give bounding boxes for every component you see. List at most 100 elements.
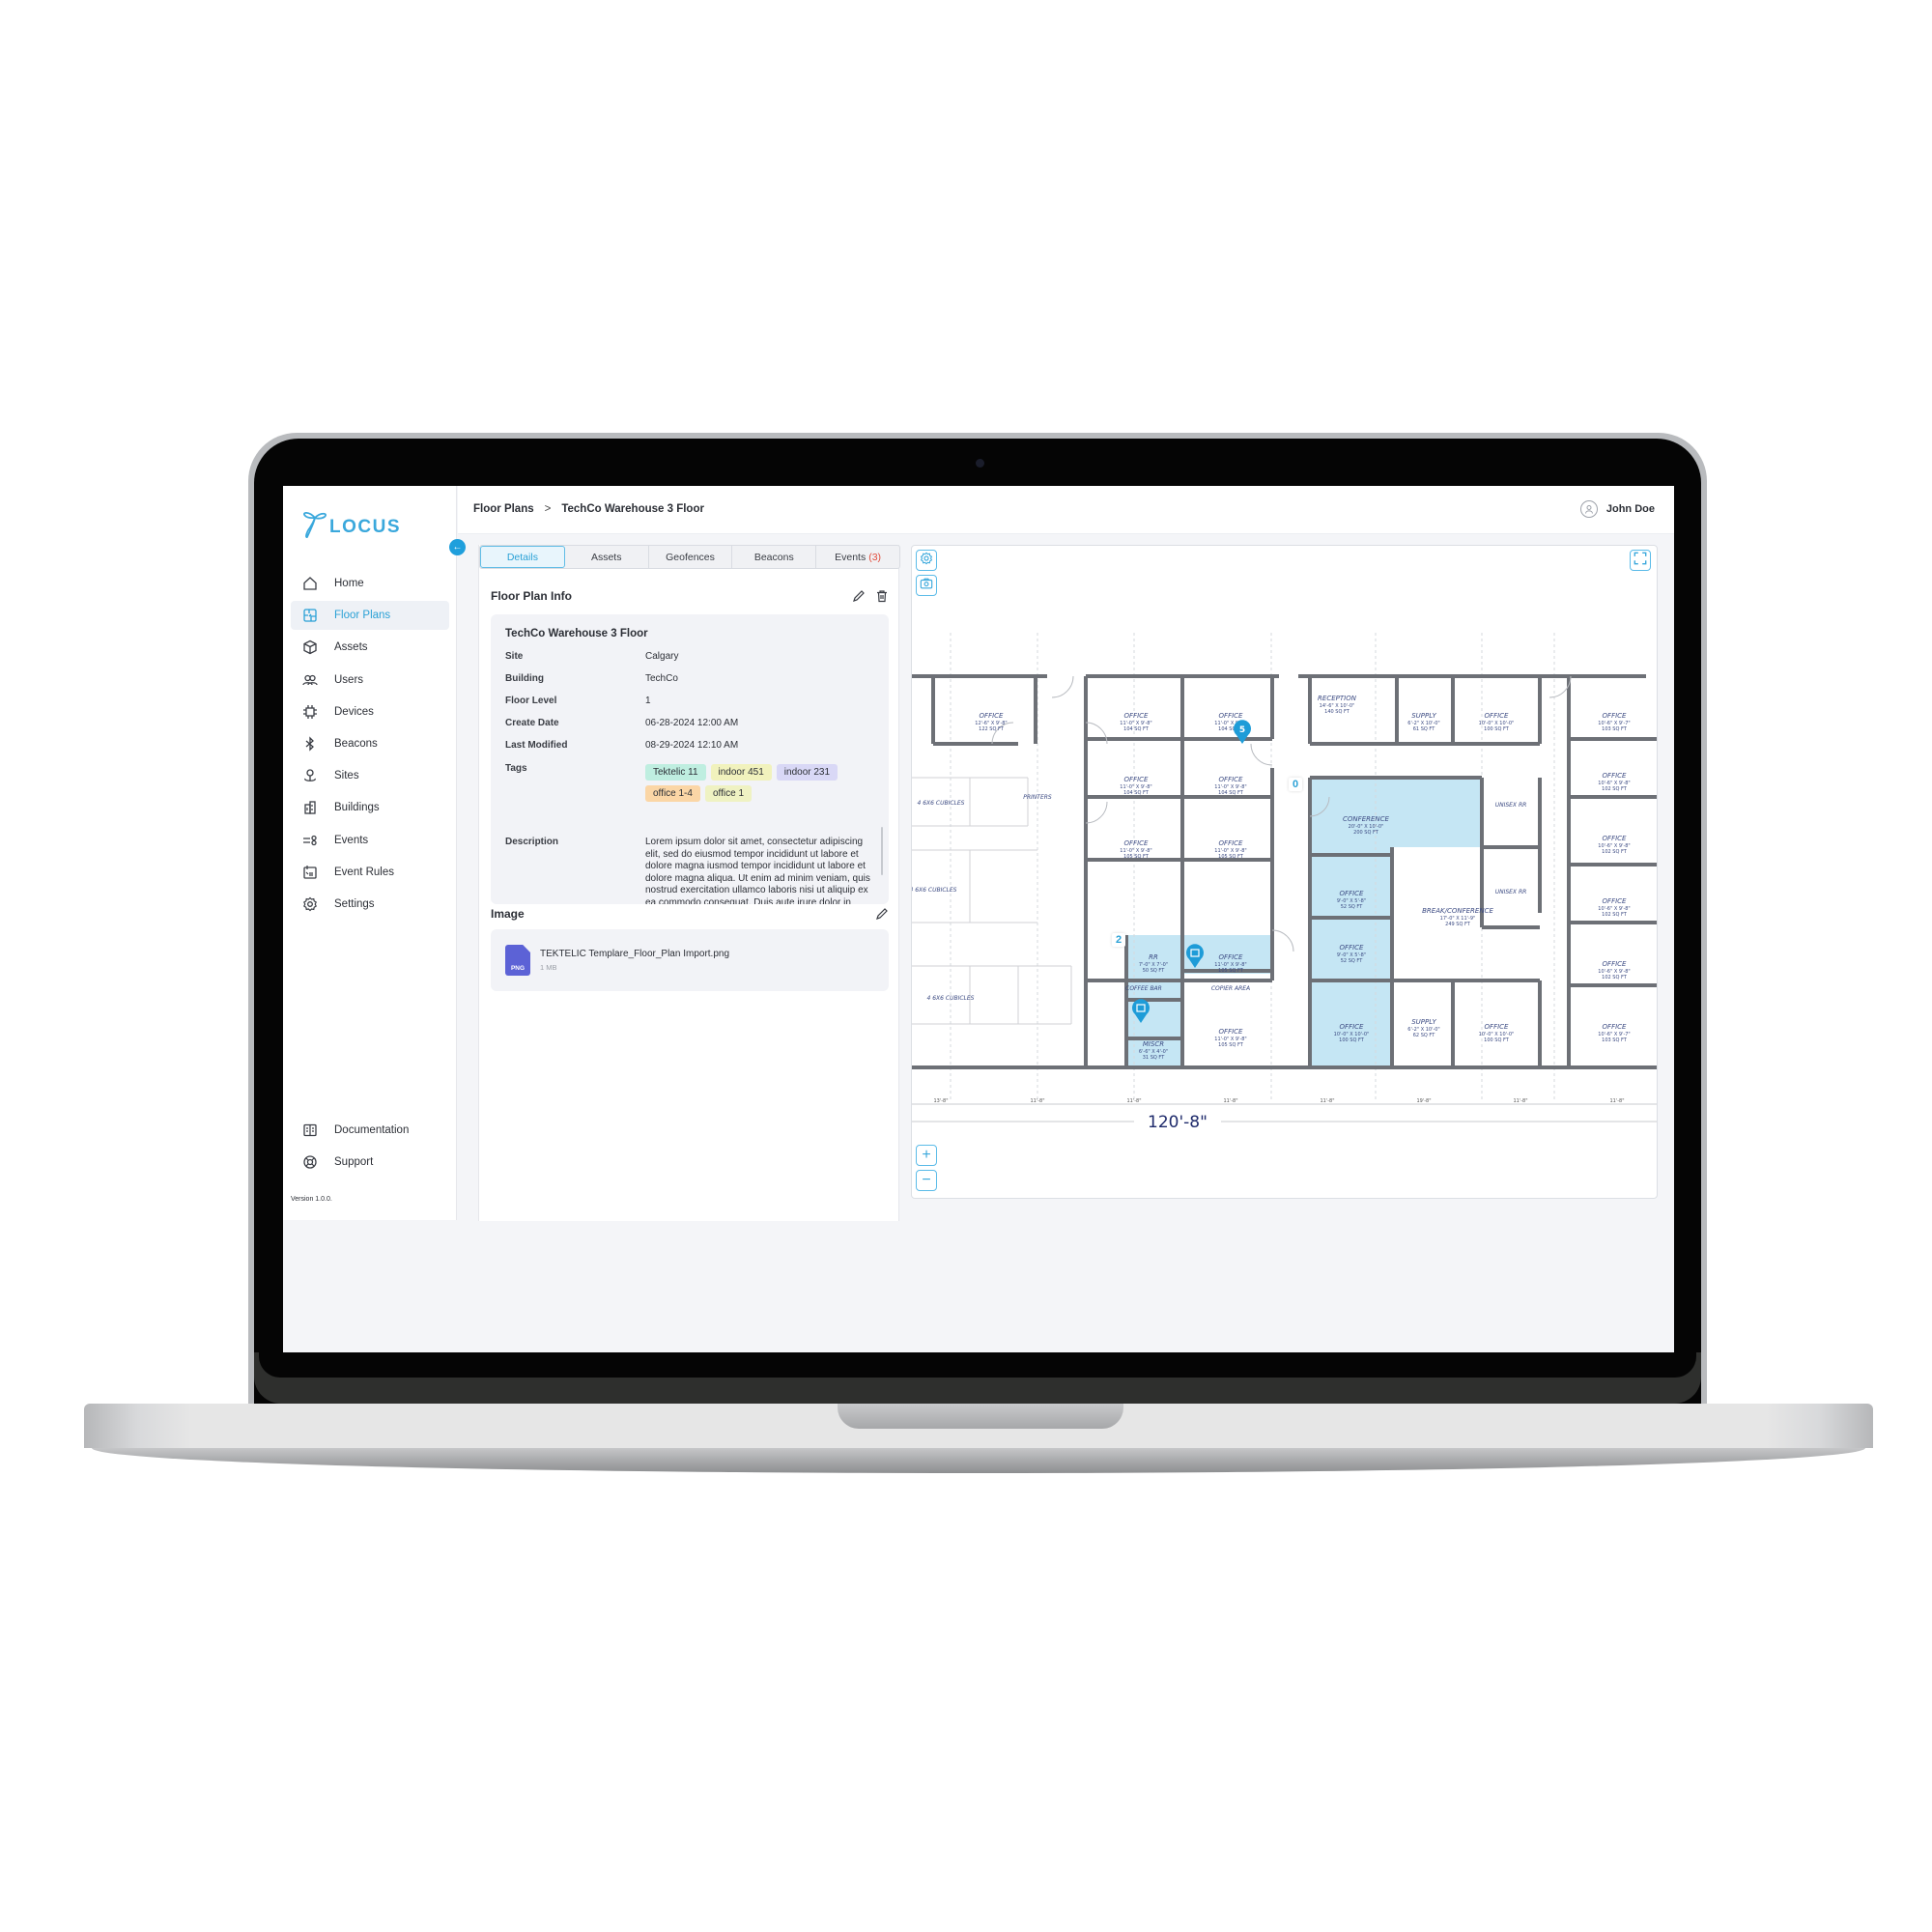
- sidebar-item-users[interactable]: Users: [291, 666, 449, 695]
- collapse-sidebar-button[interactable]: ←: [449, 539, 466, 555]
- locus-logo[interactable]: LOCUS: [302, 509, 401, 538]
- room-label: OFFICE: [1124, 776, 1150, 783]
- png-file-icon: PNG: [505, 945, 530, 976]
- sidebar-item-assets[interactable]: Assets: [291, 633, 449, 662]
- field-label: Floor Level: [505, 696, 557, 706]
- overall-dimension-label: 120'-8": [1148, 1113, 1208, 1132]
- sidebar-item-buildings[interactable]: Buildings: [291, 793, 449, 822]
- sidebar-item-documentation[interactable]: Documentation: [291, 1116, 449, 1145]
- sidebar-item-settings[interactable]: Settings: [291, 890, 449, 919]
- map-screenshot-button[interactable]: [916, 575, 937, 596]
- room-area: 104 SQ FT: [1218, 790, 1244, 796]
- sidebar-item-home[interactable]: Home: [291, 569, 449, 598]
- segment-dimension: 11'-8": [1513, 1098, 1527, 1104]
- field-label: Last Modified: [505, 740, 568, 751]
- floor-plan-info-header: Floor Plan Info: [491, 589, 889, 603]
- info-row-site: Site Calgary: [505, 651, 678, 662]
- tab-assets[interactable]: Assets: [565, 546, 649, 568]
- gear-icon: [302, 896, 318, 912]
- field-value: TechCo: [645, 673, 678, 684]
- tab-geofences[interactable]: Geofences: [649, 546, 733, 568]
- sidebar-item-label: Support: [334, 1156, 374, 1169]
- events-icon: [302, 833, 318, 848]
- trash-icon[interactable]: [875, 589, 889, 603]
- tag-list: Tektelic 11 indoor 451 indoor 231 office…: [645, 764, 877, 802]
- room-area: 122 SQ FT: [979, 726, 1005, 732]
- room-label: OFFICE: [1603, 835, 1628, 842]
- room-area: 52 SQ FT: [1341, 904, 1363, 910]
- sidebar-item-label: Users: [334, 673, 364, 686]
- zoom-in-button[interactable]: +: [916, 1145, 937, 1166]
- tab-label: Events: [835, 551, 867, 563]
- tab-details[interactable]: Details: [480, 546, 565, 568]
- breadcrumb-floor-plans[interactable]: Floor Plans: [473, 503, 534, 515]
- chevron-right-icon: >: [544, 503, 552, 515]
- room-area: 100 SQ FT: [1339, 1037, 1365, 1043]
- sidebar-item-beacons[interactable]: Beacons: [291, 729, 449, 758]
- version-label: Version 1.0.0.: [291, 1196, 332, 1203]
- breadcrumb: Floor Plans > TechCo Warehouse 3 Floor: [473, 503, 704, 515]
- user-name: John Doe: [1605, 503, 1655, 515]
- room-area: 104 SQ FT: [1123, 726, 1150, 732]
- sidebar-item-sites[interactable]: Sites: [291, 761, 449, 790]
- tab-label: Assets: [590, 551, 622, 563]
- segment-dimension: 11'-8": [1609, 1098, 1624, 1104]
- geofence-count-marker[interactable]: 0: [1289, 778, 1303, 791]
- fullscreen-button[interactable]: [1630, 550, 1651, 571]
- sidebar-item-support[interactable]: Support: [291, 1148, 449, 1177]
- tag-chip[interactable]: indoor 451: [710, 764, 772, 781]
- tag-chip[interactable]: office 1-4: [645, 785, 700, 802]
- tab-label: Beacons: [753, 551, 794, 563]
- room-area: 100 SQ FT: [1484, 726, 1510, 732]
- secondary-nav: Documentation Support: [291, 1116, 449, 1179]
- sidebar-item-events[interactable]: Events: [291, 826, 449, 855]
- floor-plan-map[interactable]: OFFICE 12'-6" X 9'-8" 122 SQ FT OFFICE 11'-0…: [911, 545, 1658, 1199]
- room-label: SUPPLY: [1411, 1018, 1436, 1026]
- geofence-count-marker[interactable]: 2: [1112, 933, 1126, 947]
- chip-icon: [302, 704, 318, 720]
- user-menu[interactable]: John Doe: [1579, 500, 1655, 518]
- segment-dimension: 11'-8": [1223, 1098, 1237, 1104]
- room-label: OFFICE: [1603, 960, 1628, 968]
- lifebuoy-icon: [302, 1154, 318, 1170]
- tab-events[interactable]: Events (3): [816, 546, 899, 568]
- sidebar-item-devices[interactable]: Devices: [291, 697, 449, 726]
- description-scrollbar[interactable]: [881, 827, 883, 875]
- tag-chip[interactable]: Tektelic 11: [645, 764, 706, 781]
- room-label: OFFICE: [1603, 897, 1628, 905]
- logo-propeller-icon: [303, 511, 327, 538]
- sidebar-item-event-rules[interactable]: Event Rules: [291, 858, 449, 887]
- map-settings-button[interactable]: [916, 550, 937, 571]
- room-label: OFFICE: [1340, 944, 1365, 952]
- file-type-label: PNG: [510, 965, 526, 972]
- sidebar-item-label: Documentation: [334, 1124, 410, 1136]
- tag-chip[interactable]: office 1: [704, 785, 753, 802]
- edit-icon[interactable]: [875, 907, 889, 921]
- sidebar-item-floor-plans[interactable]: Floor Plans: [291, 601, 449, 631]
- sidebar-item-label: Settings: [334, 897, 375, 910]
- room-area: 104 SQ FT: [1123, 790, 1150, 796]
- room-label: BREAK/CONFERENCE: [1422, 907, 1493, 915]
- room-area: 102 SQ FT: [1602, 849, 1628, 855]
- field-value: 06-28-2024 12:00 AM: [645, 718, 739, 728]
- field-label: Building: [505, 673, 544, 684]
- sidebar-item-label: Assets: [334, 641, 368, 654]
- area-label: COPIER AREA: [1211, 985, 1250, 992]
- sidebar-item-label: Floor Plans: [334, 610, 391, 622]
- room-label: RECEPTION: [1318, 695, 1357, 702]
- room-area: 249 SQ FT: [1445, 922, 1471, 927]
- description-text: Lorem ipsum dolor sit amet, consectetur …: [645, 837, 870, 904]
- room-area: 103 SQ FT: [1602, 726, 1628, 732]
- details-panel: Details Assets Geofences Beacons Events(…: [478, 545, 900, 1221]
- sidebar-item-label: Home: [334, 578, 364, 589]
- edit-icon[interactable]: [852, 589, 866, 603]
- zoom-out-button[interactable]: −: [916, 1170, 937, 1191]
- tab-label: Geofences: [666, 551, 715, 563]
- area-label: 4 6X6 CUBICLES: [927, 995, 975, 1002]
- file-name: TEKTELIC Templare_Floor_Plan Import.png: [540, 949, 730, 959]
- room-label: OFFICE: [1603, 772, 1628, 780]
- book-icon: [302, 1122, 318, 1138]
- tab-beacons[interactable]: Beacons: [732, 546, 817, 568]
- image-file-card[interactable]: PNG TEKTELIC Templare_Floor_Plan Import.…: [491, 929, 889, 991]
- tag-chip[interactable]: indoor 231: [776, 764, 838, 781]
